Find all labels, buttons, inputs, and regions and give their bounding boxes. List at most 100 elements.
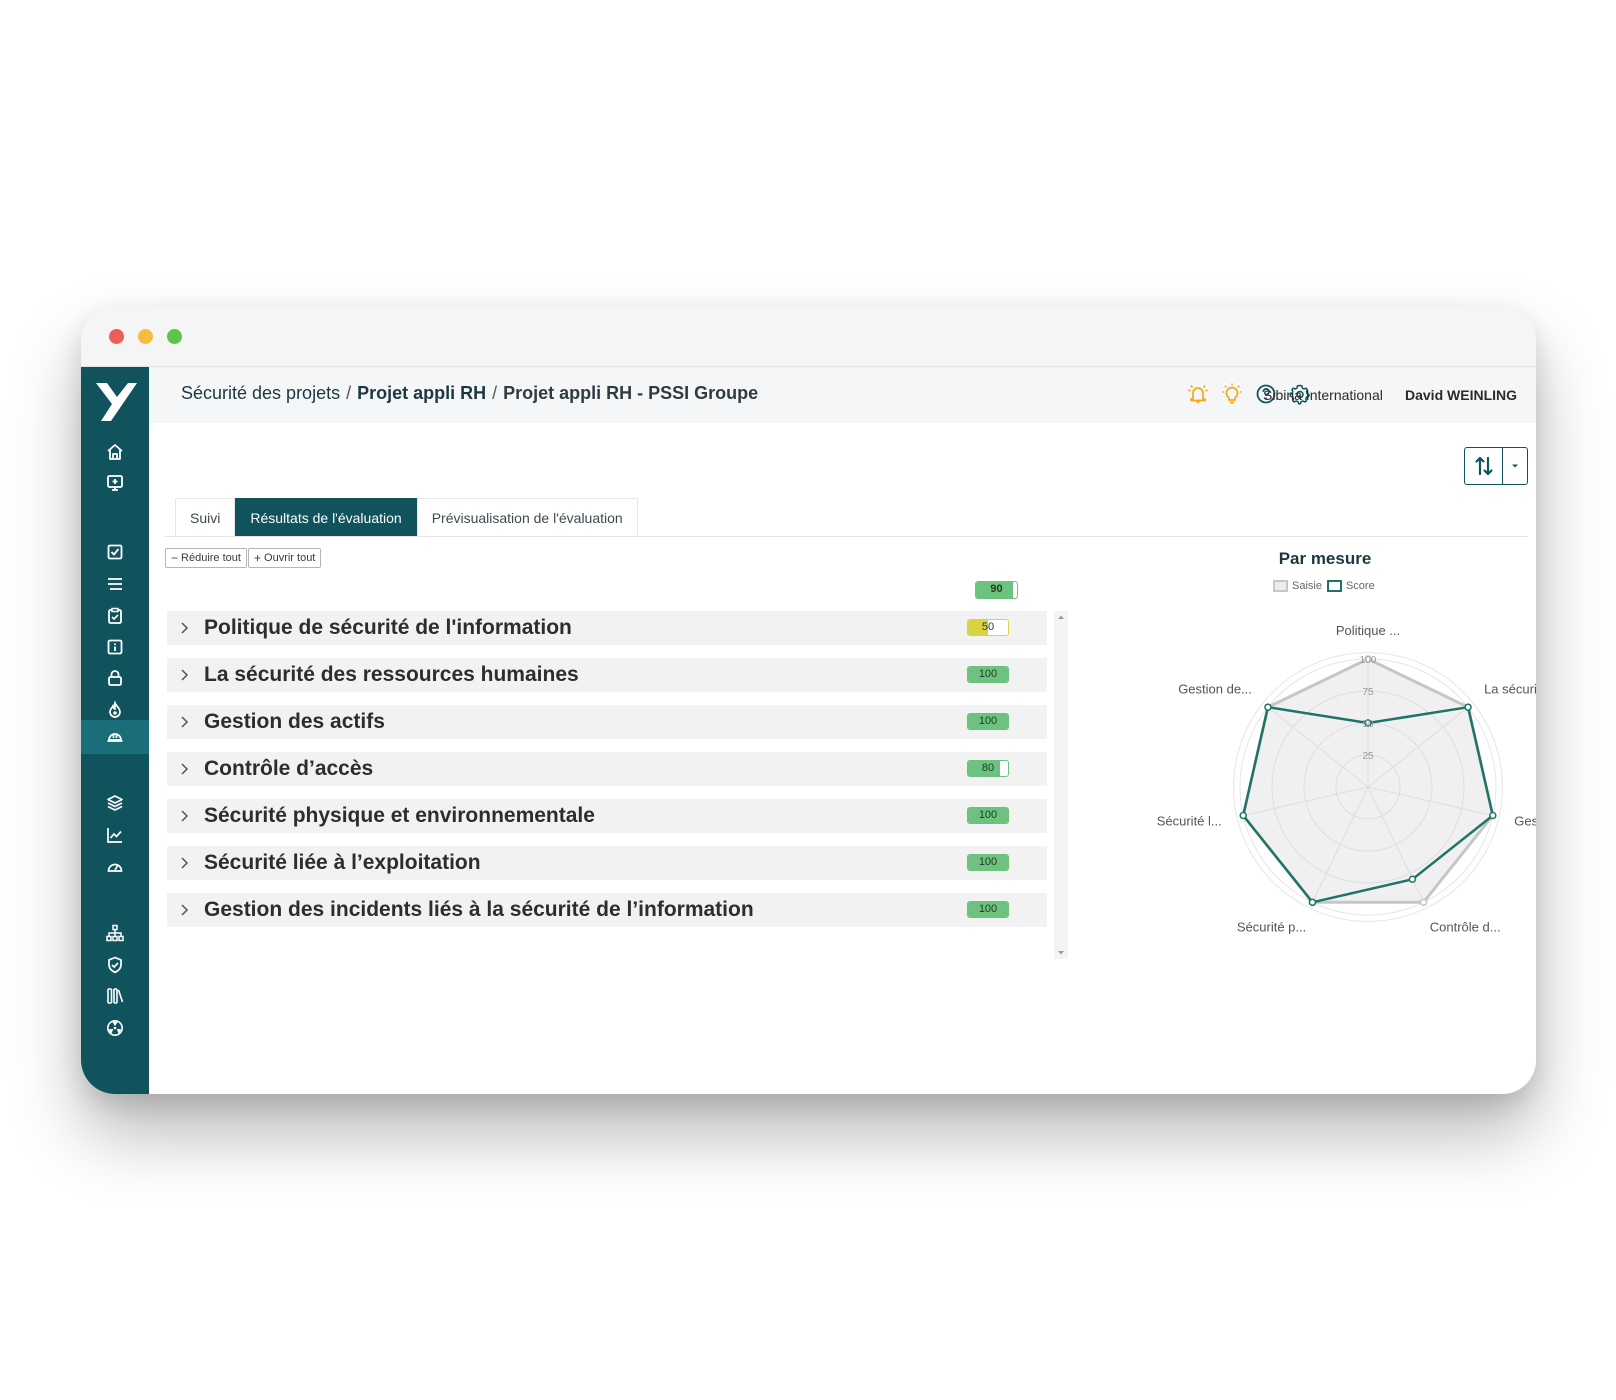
chart-title: Par mesure — [1278, 549, 1372, 568]
sort-button[interactable] — [1465, 448, 1503, 484]
collapse-all-label: Réduire tout — [181, 552, 241, 564]
lock-icon[interactable] — [102, 665, 128, 691]
section-title: Contrôle d’accès — [204, 757, 374, 780]
breadcrumb-item-project[interactable]: Projet appli RH — [357, 383, 486, 403]
breadcrumb-separator: / — [346, 383, 352, 403]
list-scrollbar[interactable] — [1054, 611, 1068, 959]
section-score-value: 100 — [978, 856, 998, 868]
legend-swatch-saisie[interactable] — [1273, 580, 1288, 592]
list-icon[interactable] — [102, 571, 128, 597]
minimize-window-button[interactable] — [138, 329, 153, 344]
radar-point — [1464, 703, 1472, 711]
window-titlebar — [81, 306, 1536, 367]
close-window-button[interactable] — [109, 329, 124, 344]
app-window: Sécurité des projets / Projet appli RH / Pro… — [81, 306, 1536, 1094]
org-chart-icon[interactable] — [102, 920, 128, 946]
section-score-value: 100 — [978, 903, 998, 915]
scroll-down-icon[interactable] — [1054, 948, 1068, 958]
section-row[interactable]: Gestion des incidents liés à la sécurité… — [167, 893, 1047, 927]
tab-resultats-evaluation[interactable]: Résultats de l'évaluation — [235, 498, 417, 536]
overall-score-badge: 90 — [975, 581, 1018, 599]
checkbox-icon[interactable] — [102, 539, 128, 565]
sort-split-button[interactable] — [1464, 447, 1528, 485]
section-row[interactable]: Politique de sécurité de l'information 50 — [167, 611, 1047, 645]
chevron-right-icon[interactable] — [175, 760, 193, 778]
overall-score-value: 90 — [990, 583, 1003, 595]
bell-alert-icon[interactable] — [1185, 381, 1211, 407]
section-score-badge: 100 — [967, 901, 1009, 918]
section-score-value: 50 — [981, 621, 995, 633]
tab-previsualisation-evaluation[interactable]: Prévisualisation de l'évaluation — [416, 498, 638, 536]
radar-axis-label: Politique ... — [1336, 623, 1400, 638]
legend-label-score[interactable]: Score — [1346, 580, 1375, 592]
radar-axis-label: Sécurité p... — [1237, 920, 1306, 935]
section-row[interactable]: Gestion des actifs 100 — [167, 705, 1047, 739]
main-content: Sécurité des projets / Projet appli RH / Pro… — [149, 367, 1536, 1094]
chevron-right-icon[interactable] — [175, 901, 193, 919]
add-presentation-icon[interactable] — [102, 470, 128, 496]
section-score-badge: 100 — [967, 666, 1009, 683]
minus-icon: − — [171, 551, 179, 565]
radar-point — [1489, 811, 1497, 820]
chevron-right-icon[interactable] — [175, 619, 193, 637]
home-icon[interactable] — [102, 439, 128, 465]
chevron-right-icon[interactable] — [175, 713, 193, 731]
info-box-icon[interactable] — [102, 634, 128, 660]
section-score-badge: 80 — [967, 760, 1009, 777]
library-icon[interactable] — [102, 983, 128, 1009]
maximize-window-button[interactable] — [167, 329, 182, 344]
radar-tick-label: 50 — [1362, 719, 1374, 730]
breadcrumb: Sécurité des projets / Projet appli RH / Pro… — [181, 383, 758, 404]
section-score-value: 100 — [978, 668, 998, 680]
sort-dropdown-toggle[interactable] — [1503, 448, 1527, 484]
chevron-right-icon[interactable] — [175, 854, 193, 872]
top-bar: Sécurité des projets / Projet appli RH / Pro… — [149, 367, 1536, 423]
section-score-badge: 100 — [967, 854, 1009, 871]
chevron-right-icon[interactable] — [175, 807, 193, 825]
tab-bar: Suivi Résultats de l'évaluation Prévisua… — [175, 498, 638, 536]
helmet-icon[interactable] — [102, 724, 128, 750]
gauge-icon[interactable] — [102, 854, 128, 880]
section-row[interactable]: Contrôle d’accès 80 — [167, 752, 1047, 786]
section-row[interactable]: La sécurité des ressources humaines 100 — [167, 658, 1047, 692]
organization-name[interactable]: Sibina International — [1263, 387, 1383, 403]
section-row[interactable]: Sécurité physique et environnementale 100 — [167, 799, 1047, 833]
caret-down-icon — [1512, 464, 1518, 468]
sort-arrows-icon — [1474, 456, 1493, 476]
collapse-all-button[interactable]: − Réduire tout — [165, 548, 247, 568]
section-score-value: 100 — [978, 809, 998, 821]
sidebar — [81, 367, 149, 1094]
breadcrumb-item-security-projects[interactable]: Sécurité des projets — [181, 383, 340, 403]
radar-axis-label: La sécurit... — [1484, 682, 1536, 697]
layers-icon[interactable] — [102, 790, 128, 816]
expand-all-button[interactable]: + Ouvrir tout — [248, 548, 322, 568]
shield-check-icon[interactable] — [102, 952, 128, 978]
tab-divider — [165, 536, 1528, 537]
breadcrumb-separator: / — [492, 383, 498, 403]
plus-icon: + — [254, 551, 262, 565]
chart-line-icon[interactable] — [102, 822, 128, 848]
legend-label-saisie[interactable]: Saisie — [1292, 580, 1322, 592]
lightbulb-icon[interactable] — [1219, 381, 1245, 407]
user-name[interactable]: David WEINLING — [1405, 387, 1517, 403]
section-title: Gestion des incidents liés à la sécurité… — [204, 898, 754, 921]
radar-point — [1408, 875, 1417, 884]
legend-swatch-score[interactable] — [1326, 580, 1342, 592]
tab-suivi[interactable]: Suivi — [175, 498, 236, 536]
logo-icon[interactable] — [93, 379, 137, 423]
section-score-badge: 50 — [967, 619, 1009, 636]
radar-point — [1419, 898, 1428, 907]
chevron-right-icon[interactable] — [175, 666, 193, 684]
breadcrumb-item-current: Projet appli RH - PSSI Groupe — [503, 383, 759, 403]
scroll-up-icon[interactable] — [1054, 612, 1068, 622]
radar-tick-label: 75 — [1362, 687, 1374, 698]
clipboard-check-icon[interactable] — [102, 603, 128, 629]
radar-tick-label: 25 — [1362, 751, 1374, 762]
section-score-badge: 100 — [967, 807, 1009, 824]
section-row[interactable]: Sécurité liée à l’exploitation 100 — [167, 846, 1047, 880]
radar-point — [1264, 703, 1272, 711]
hazard-icon[interactable] — [102, 1015, 128, 1041]
expand-all-label: Ouvrir tout — [264, 552, 316, 564]
radar-axis-label: Contrôle d... — [1430, 920, 1501, 935]
section-title: Sécurité liée à l’exploitation — [204, 851, 481, 874]
